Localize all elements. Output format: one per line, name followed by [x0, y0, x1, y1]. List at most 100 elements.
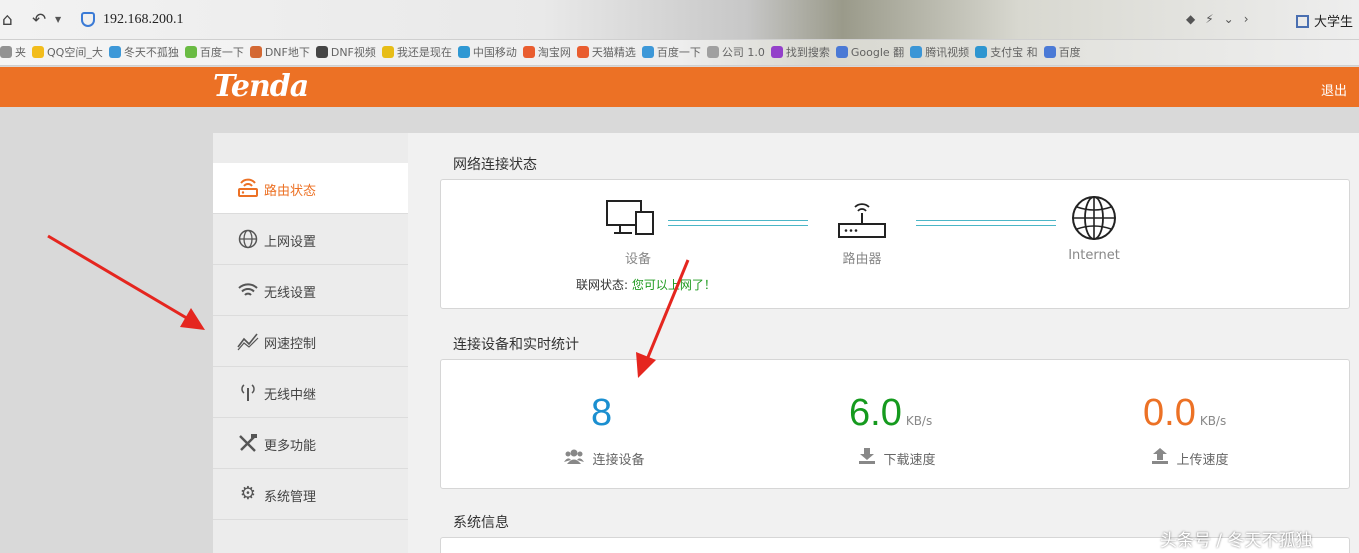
speed-icon: [237, 331, 259, 351]
bookmark-item[interactable]: 找到搜索: [770, 40, 830, 65]
watermark: 头条号 / 冬天不孤独: [1160, 531, 1313, 551]
home-icon[interactable]: ⌂: [2, 10, 13, 30]
back-icon[interactable]: ↶: [32, 10, 46, 30]
connected-devices-value: 8: [591, 392, 613, 434]
site-favicon-icon: [1296, 15, 1309, 28]
statistics-title: 连接设备和实时统计: [453, 337, 579, 353]
connection-status: 联网状态: 您可以上网了！: [576, 276, 716, 293]
bookmark-label: 天猫精选: [591, 46, 636, 59]
bookmark-item[interactable]: 公司 1.0: [706, 40, 765, 65]
sidebar-item-wireless-settings[interactable]: 无线设置: [213, 265, 408, 316]
bookmark-favicon-icon: [835, 46, 848, 58]
bookmark-label: 淘宝网: [537, 46, 571, 59]
bookmark-item[interactable]: 淘宝网: [522, 40, 571, 65]
sidebar-item-label: 网速控制: [264, 337, 317, 352]
bookmark-item[interactable]: 百度一下: [184, 40, 244, 65]
gear-icon: ⚙: [239, 483, 257, 504]
bookmark-label: 中国移动: [472, 46, 517, 59]
bookmark-favicon-icon: [0, 46, 12, 58]
logout-link[interactable]: 退出: [1321, 80, 1347, 99]
bookmark-favicon-icon: [576, 46, 589, 58]
bookmark-item[interactable]: 天猫精选: [576, 40, 636, 65]
upload-speed-label: 上传速度: [1176, 453, 1229, 468]
sidebar-item-label: 上网设置: [264, 235, 317, 250]
chevron-down-icon[interactable]: ▼: [55, 15, 61, 24]
sidebar-item-more-functions[interactable]: 更多功能: [213, 418, 408, 469]
bookmark-item[interactable]: Google 翻: [835, 40, 904, 65]
browser-address-bar: ⌂ ↶ ▼ 192.168.200.1 ◆⚡⌄› 大学生: [0, 0, 1359, 40]
bookmark-item[interactable]: DNF视频: [315, 40, 376, 65]
upload-speed-unit: KB/s: [1199, 414, 1227, 428]
bookmark-item[interactable]: 我还是现在: [381, 40, 452, 65]
tools-icon: [237, 433, 259, 453]
router-device-icon: [837, 198, 887, 244]
bookmark-item[interactable]: 支付宝 和: [975, 40, 1038, 65]
app-header: Tenda 退出: [0, 67, 1359, 107]
bookmark-item[interactable]: 夹: [0, 40, 26, 65]
router-icon: [237, 178, 259, 198]
bookmark-item[interactable]: QQ空间_大: [32, 40, 103, 65]
bookmark-label: QQ空间_大: [47, 46, 103, 59]
internet-label: Internet: [1068, 248, 1120, 263]
bookmarks-bar: 夹 QQ空间_大 冬天不孤独 百度一下 DNF地下 DNF视频 我还是现在 中国移动 淘宝网 天猫…: [0, 40, 1359, 66]
sidebar-item-speed-control[interactable]: 网速控制: [213, 316, 408, 367]
bookmark-favicon-icon: [522, 46, 535, 58]
sidebar-item-label: 更多功能: [264, 439, 317, 454]
bookmark-label: 找到搜索: [785, 46, 830, 59]
sidebar-item-router-status[interactable]: 路由状态: [213, 163, 408, 214]
bookmark-favicon-icon: [457, 46, 470, 58]
router-label: 路由器: [842, 252, 882, 267]
network-status-title: 网络连接状态: [453, 157, 537, 173]
bookmark-favicon-icon: [381, 46, 394, 58]
bookmark-label: 夹: [15, 46, 26, 59]
bookmark-item[interactable]: DNF地下: [249, 40, 310, 65]
bookmark-label: 冬天不孤独: [123, 46, 179, 59]
bookmark-label: 我还是现在: [396, 46, 452, 59]
bookmark-favicon-icon: [770, 46, 783, 58]
connected-devices-label: 连接设备: [592, 453, 645, 468]
bookmark-item[interactable]: 百度一下: [641, 40, 701, 65]
upload-icon: [1152, 448, 1172, 468]
sidebar-item-system-management[interactable]: ⚙ 系统管理: [213, 469, 408, 520]
sidebar-item-label: 路由状态: [264, 184, 317, 199]
bookmark-favicon-icon: [706, 46, 719, 58]
bookmark-label: 百度一下: [656, 46, 701, 59]
url-field[interactable]: 192.168.200.1: [103, 12, 184, 28]
antenna-icon: [237, 382, 259, 402]
bookmark-favicon-icon: [32, 46, 44, 58]
bookmark-item[interactable]: 百度: [1043, 40, 1081, 65]
shield-icon: [81, 12, 95, 27]
bookmark-label: 公司 1.0: [721, 46, 765, 59]
bookmark-item[interactable]: 腾讯视频: [910, 40, 969, 65]
bookmark-item[interactable]: 中国移动: [457, 40, 517, 65]
connection-line-router-internet: [916, 220, 1056, 226]
download-icon: [859, 448, 879, 468]
bookmark-favicon-icon: [108, 46, 121, 58]
bookmark-item[interactable]: 冬天不孤独: [108, 40, 179, 65]
bookmark-favicon-icon: [184, 46, 197, 58]
globe-icon: [237, 229, 259, 249]
bookmark-favicon-icon: [910, 46, 923, 58]
upload-speed-value: 0.0: [1143, 392, 1196, 434]
bookmark-label: 支付宝 和: [990, 46, 1038, 59]
connection-status-text: 您可以上网了！: [631, 278, 716, 292]
download-speed-stat: 6.0 KB/s: [849, 392, 932, 435]
sidebar-item-label: 系统管理: [264, 490, 317, 505]
bookmark-label: DNF地下: [264, 46, 310, 59]
sidebar-item-wireless-repeater[interactable]: 无线中继: [213, 367, 408, 418]
network-status-panel: 设备 路由器 Internet 联网状态: 您可以上网了！: [440, 179, 1350, 309]
statistics-panel: 8 连接设备 6.0 KB/s 下载速度 0.0 KB/s 上传速度: [440, 359, 1350, 489]
bookmark-favicon-icon: [1043, 46, 1056, 58]
site-tab-label: 大学生: [1314, 15, 1354, 30]
sidebar-item-internet-settings[interactable]: 上网设置: [213, 214, 408, 265]
site-tab[interactable]: 大学生: [1296, 11, 1353, 30]
connection-line-device-router: [668, 220, 808, 226]
bookmark-favicon-icon: [975, 46, 988, 58]
users-icon: [564, 449, 588, 468]
device-label: 设备: [624, 252, 651, 267]
sidebar-item-label: 无线中继: [264, 388, 317, 403]
bookmark-favicon-icon: [249, 46, 262, 58]
toolbar-icons[interactable]: ◆⚡⌄›: [1186, 12, 1259, 26]
main-content: 网络连接状态 设备 路由器 Internet 联网状态: 您可以上网了！ 连接设…: [408, 133, 1359, 553]
connected-devices-label-row[interactable]: 连接设备: [564, 448, 644, 468]
